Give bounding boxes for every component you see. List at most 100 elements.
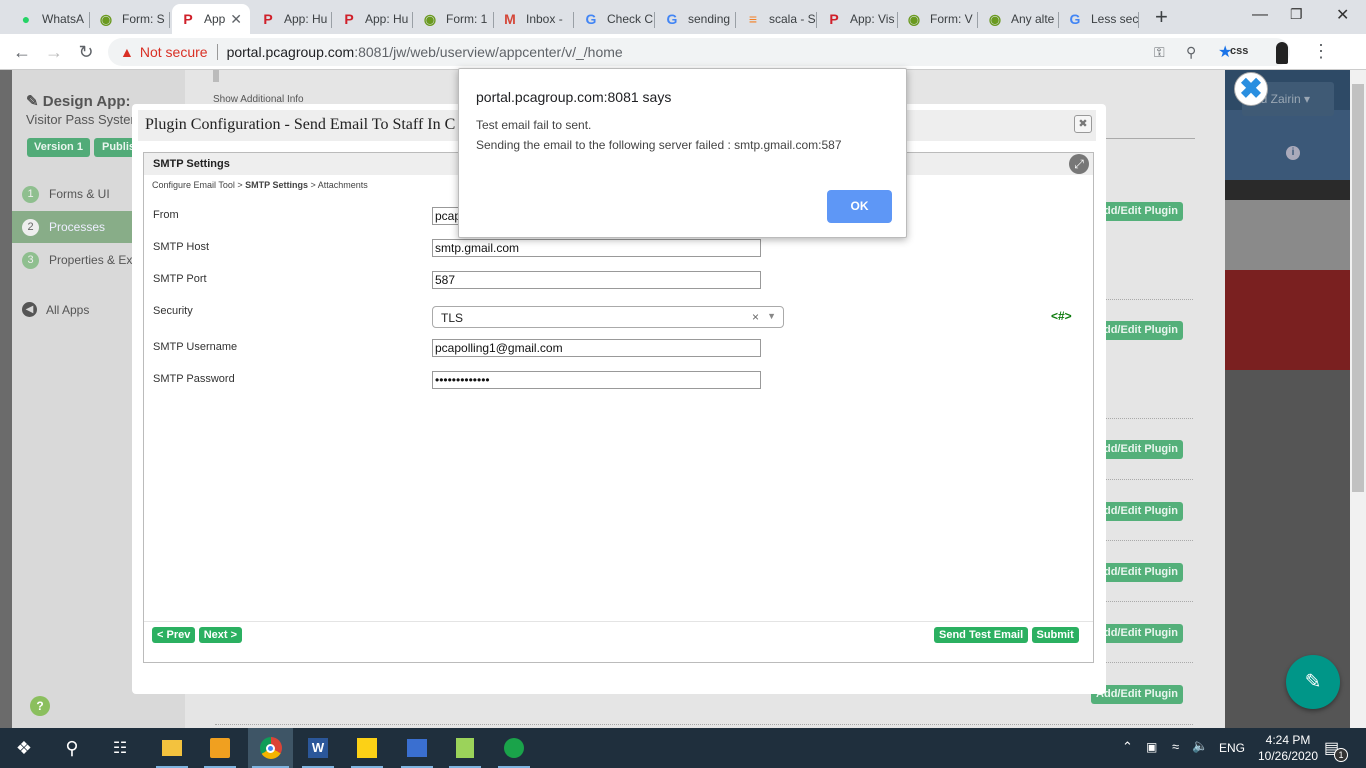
- tab-label: App: Hu: [284, 12, 328, 26]
- tab-label: App: [204, 12, 226, 26]
- remote-desktop-icon[interactable]: [397, 728, 437, 768]
- browser-tab[interactable]: ◉ Form: 1: [414, 4, 494, 34]
- language-indicator[interactable]: ENG: [1219, 741, 1245, 755]
- chevron-down-icon[interactable]: ▼: [767, 311, 776, 321]
- alert-message-line2: Sending the email to the following serve…: [476, 138, 842, 152]
- expand-icon[interactable]: ⤢: [1069, 154, 1089, 174]
- vpn-client-icon[interactable]: [494, 728, 534, 768]
- submit-button[interactable]: Submit: [1031, 627, 1079, 643]
- browser-tab[interactable]: ≡ scala - S: [737, 4, 817, 34]
- edit-icon: ✎: [26, 93, 43, 110]
- send-test-email-button[interactable]: Send Test Email: [934, 627, 1029, 643]
- volume-icon[interactable]: 🔈: [1192, 738, 1208, 754]
- browser-tab[interactable]: P App: Vis: [818, 4, 898, 34]
- sidebar-item-label: Forms & UI: [49, 187, 110, 201]
- start-button[interactable]: ❖: [4, 728, 44, 768]
- background-image: [0, 70, 12, 728]
- not-secure-label[interactable]: Not secure: [140, 44, 208, 60]
- field-label: SMTP Password: [153, 373, 235, 385]
- zoom-icon[interactable]: ⚲: [1186, 44, 1196, 61]
- app-name: Visitor Pass Syster: [26, 112, 135, 127]
- smtp-host-field[interactable]: smtp.gmail.com: [432, 239, 761, 257]
- whatsapp-icon: ●: [21, 11, 31, 27]
- tab-strip: ● WhatsA ◉ Form: S P App ✕ P App: Hu P App: Hu ◉ For…: [0, 0, 1366, 34]
- hash-variable-icon[interactable]: <#>: [1051, 309, 1072, 323]
- browser-tab[interactable]: Gsending: [656, 4, 736, 34]
- tab-label: Form: 1: [446, 12, 488, 26]
- step-number: 3: [22, 251, 39, 269]
- browser-tab[interactable]: ◉ Form: V: [898, 4, 978, 34]
- tab-label: sending: [688, 12, 731, 26]
- browser-tab[interactable]: ◉ Form: S: [90, 4, 170, 34]
- file-explorer-icon[interactable]: [152, 728, 192, 768]
- browser-tab[interactable]: M Inbox -: [494, 4, 574, 34]
- key-icon[interactable]: ⚿: [1154, 44, 1165, 61]
- design-app-title: ✎ Design App:: [26, 92, 131, 110]
- joget-icon: ◉: [423, 10, 437, 27]
- all-apps-link[interactable]: ◀ All Apps: [22, 302, 89, 317]
- modal-close-button[interactable]: ✖: [1074, 115, 1092, 133]
- browser-tab[interactable]: G Less sec: [1059, 4, 1139, 34]
- breadcrumb-attachments[interactable]: > Attachments: [311, 180, 368, 190]
- ok-button[interactable]: OK: [827, 190, 892, 223]
- browser-tab[interactable]: ◉ Any alte: [979, 4, 1059, 34]
- tab-label: Inbox -: [526, 12, 563, 26]
- battery-icon[interactable]: ▣: [1146, 740, 1157, 754]
- minimize-button[interactable]: —: [1252, 6, 1268, 24]
- alert-message-line1: Test email fail to sent.: [476, 118, 592, 132]
- smtp-port-field[interactable]: 587: [432, 271, 761, 289]
- notepad-icon[interactable]: [445, 728, 485, 768]
- browser-tab[interactable]: G Check C: [575, 4, 655, 34]
- breadcrumb-current: SMTP Settings: [245, 180, 308, 190]
- url-host: portal.pcagroup.com: [226, 44, 355, 60]
- wifi-icon[interactable]: ≈: [1172, 739, 1179, 754]
- tab-label: scala - S: [769, 12, 816, 26]
- joget-icon: ◉: [907, 10, 921, 27]
- edit-fab-button[interactable]: ✎: [1286, 655, 1340, 709]
- security-select[interactable]: TLS × ▼: [432, 306, 784, 328]
- version-button[interactable]: Version 1: [27, 138, 90, 157]
- clock[interactable]: 4:24 PM 10/26/2020: [1250, 732, 1326, 764]
- reload-icon[interactable]: ↻: [74, 40, 98, 64]
- browser-tab[interactable]: P App: Hu: [333, 4, 413, 34]
- close-window-button[interactable]: ✕: [1336, 5, 1349, 25]
- outlook-icon[interactable]: [200, 728, 240, 768]
- tab-label: Any alte: [1011, 12, 1055, 26]
- new-tab-button[interactable]: +: [1155, 4, 1168, 30]
- chrome-icon[interactable]: [248, 728, 293, 768]
- clear-icon[interactable]: ×: [752, 310, 759, 324]
- notifications-icon[interactable]: ▤ 1: [1324, 738, 1348, 762]
- design-app-title-text: Design App:: [42, 93, 131, 110]
- sticky-notes-icon[interactable]: [347, 728, 387, 768]
- address-bar[interactable]: ▲ Not secure portal.pcagroup.com:8081/jw…: [108, 38, 1290, 66]
- browser-tab[interactable]: ● WhatsA: [10, 4, 90, 34]
- back-circle-icon: ◀: [22, 302, 37, 317]
- profile-avatar[interactable]: [1276, 42, 1288, 64]
- prev-button[interactable]: < Prev: [152, 627, 196, 643]
- task-view-icon[interactable]: ☷: [100, 728, 140, 768]
- help-icon[interactable]: ?: [30, 696, 50, 716]
- show-hidden-icons[interactable]: ⌃: [1122, 739, 1133, 755]
- url-path: :8081/jw/web/userview/appcenter/v/_/home: [354, 44, 623, 60]
- breadcrumb-configure[interactable]: Configure Email Tool >: [152, 180, 243, 190]
- search-icon[interactable]: ⚲: [52, 728, 92, 768]
- back-icon[interactable]: ←: [10, 40, 34, 64]
- browser-tab[interactable]: P App: Hu: [252, 4, 332, 34]
- close-overlay-button[interactable]: ✖: [1234, 72, 1268, 106]
- smtp-password-field[interactable]: •••••••••••••: [432, 371, 761, 389]
- menu-icon[interactable]: ⋮: [1312, 41, 1330, 62]
- sidebar-item-label: Properties & Exp: [49, 253, 140, 267]
- close-tab-icon[interactable]: ✕: [230, 11, 242, 28]
- restore-button[interactable]: ❐: [1290, 6, 1303, 23]
- browser-tab[interactable]: P App ✕: [172, 4, 250, 34]
- tab-label: App: Vis: [850, 12, 895, 26]
- next-button[interactable]: Next >: [198, 627, 243, 643]
- word-icon[interactable]: W: [298, 728, 338, 768]
- forward-icon[interactable]: →: [42, 40, 66, 64]
- google-icon: G: [585, 11, 597, 27]
- page-scrollbar[interactable]: [1350, 70, 1366, 728]
- smtp-username-field[interactable]: pcapolling1@gmail.com: [432, 339, 761, 357]
- info-icon[interactable]: i: [1286, 146, 1300, 160]
- joget-icon: ◉: [99, 10, 113, 27]
- css-extension[interactable]: css: [1230, 45, 1248, 57]
